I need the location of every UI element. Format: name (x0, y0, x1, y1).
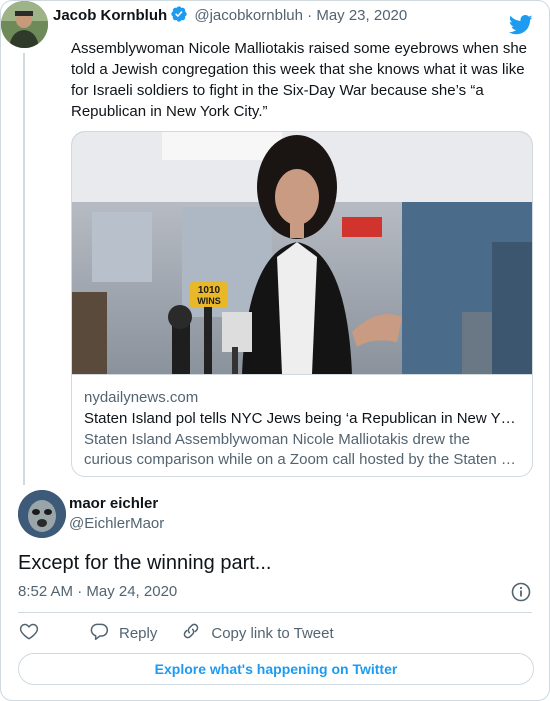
twitter-bird-icon[interactable] (508, 15, 533, 40)
tweet-text: Assemblywoman Nicole Malliotakis raised … (71, 40, 528, 120)
author-name[interactable]: Jacob Kornbluh (53, 7, 167, 24)
reply-author-avatar[interactable] (18, 490, 66, 538)
reply-author-handle[interactable]: @EichlerMaor (69, 515, 164, 533)
link-card[interactable]: 1010 WINS nydailynews.com Staten Island … (71, 131, 533, 477)
copy-link-button[interactable]: Copy link to Tweet (181, 621, 334, 645)
tweet-date[interactable]: May 23, 2020 (316, 7, 407, 24)
link-domain: nydailynews.com (84, 389, 199, 406)
mic-flag-label: 1010 (198, 285, 221, 296)
reply-label: Reply (119, 624, 158, 642)
link-icon (181, 621, 211, 645)
thread-connector-line (23, 53, 25, 485)
like-button[interactable] (19, 622, 49, 644)
reply-icon (89, 621, 119, 645)
copy-link-label: Copy link to Tweet (211, 624, 334, 642)
divider (18, 612, 532, 613)
reply-timestamp[interactable]: 8:52 AM · May 24, 2020 (18, 583, 177, 601)
reply-tweet-text: Except for the winning part... (18, 552, 272, 574)
link-title: Staten Island pol tells NYC Jews being ‘… (84, 410, 516, 427)
tweet-actions: Reply Copy link to Tweet (19, 623, 358, 643)
mic-flag-label: WINS (197, 296, 221, 306)
embedded-tweet: Jacob Kornbluh @jacobkornbluh · May 23, … (0, 0, 550, 701)
article-image: 1010 WINS (72, 132, 532, 374)
author-handle[interactable]: @jacobkornbluh (194, 7, 303, 24)
separator-dot: · (307, 7, 313, 24)
reply-button[interactable]: Reply (89, 621, 157, 645)
verified-badge-icon (170, 5, 188, 28)
link-card-meta: nydailynews.com Staten Island pol tells … (72, 374, 532, 476)
explore-twitter-button[interactable]: Explore what's happening on Twitter (18, 653, 534, 685)
info-icon[interactable] (511, 582, 531, 607)
link-description: Staten Island Assemblywoman Nicole Malli… (84, 431, 516, 468)
author-avatar[interactable] (1, 1, 48, 48)
heart-icon (19, 622, 49, 644)
reply-author-name[interactable]: maor eichler (69, 495, 158, 513)
